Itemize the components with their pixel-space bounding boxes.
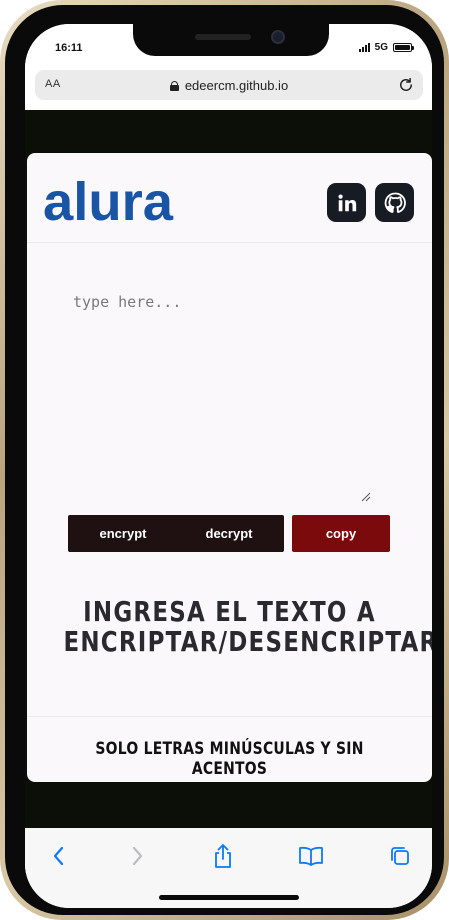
headline: INGRESA EL TEXTO A ENCRIPTAR/DESENCRIPTA…: [63, 595, 432, 658]
github-icon: [384, 192, 406, 213]
bookmarks-icon: [299, 846, 323, 866]
share-button[interactable]: [210, 843, 236, 869]
message-input[interactable]: [73, 293, 373, 503]
address-area: AA edeercm.github.io: [25, 70, 432, 110]
phone-bezel: 16:11 5G AA edeercm.github.io alura type…: [5, 5, 444, 915]
headline-line-2: ENCRIPTAR/DESENCRIPTAR: [63, 625, 432, 658]
divider: [27, 716, 432, 717]
browser-toolbar: [25, 828, 432, 908]
encrypt-button[interactable]: encrypt: [68, 515, 178, 552]
linkedin-button[interactable]: [327, 183, 366, 222]
status-time: 16:11: [55, 42, 83, 54]
social-links: [327, 183, 414, 222]
lock-icon: [169, 81, 179, 91]
url-display[interactable]: edeercm.github.io: [35, 78, 423, 93]
phone-frame: 16:11 5G AA edeercm.github.io alura type…: [0, 0, 449, 920]
resize-grip-icon[interactable]: [361, 492, 371, 502]
headline-line-1: INGRESA EL TEXTO A: [83, 595, 376, 628]
alura-logo[interactable]: alura: [43, 173, 179, 223]
footer-note: SOLO LETRAS MINÚSCULAS Y SIN ACENTOS: [95, 739, 364, 779]
decrypt-button[interactable]: decrypt: [174, 515, 284, 552]
page-background: alura type here... encrypt decrypt copy …: [25, 110, 432, 828]
tabs-button[interactable]: [387, 843, 413, 869]
tabs-icon: [391, 847, 409, 865]
forward-button[interactable]: [125, 843, 151, 869]
linkedin-icon: [337, 193, 356, 211]
screen: 16:11 5G AA edeercm.github.io alura type…: [25, 24, 432, 908]
speaker-grille: [195, 34, 251, 40]
home-indicator: [159, 895, 299, 900]
copy-button[interactable]: copy: [292, 515, 390, 552]
back-button[interactable]: [45, 843, 71, 869]
back-icon: [53, 846, 64, 866]
network-label: 5G: [374, 42, 388, 53]
status-bar: 16:11 5G: [25, 24, 432, 70]
front-camera: [271, 30, 285, 44]
battery-icon: [393, 43, 414, 52]
logo-text: alura: [43, 173, 174, 223]
share-icon: [215, 844, 231, 868]
forward-icon: [132, 846, 143, 866]
github-button[interactable]: [375, 183, 414, 222]
notch: [133, 24, 329, 56]
bookmarks-button[interactable]: [298, 843, 324, 869]
signal-icon: [358, 43, 370, 52]
reload-icon[interactable]: [397, 76, 415, 94]
address-bar[interactable]: AA edeercm.github.io: [35, 70, 423, 100]
status-indicators: 5G: [358, 42, 414, 53]
card-header: alura: [27, 153, 432, 243]
url-text: edeercm.github.io: [184, 78, 289, 93]
main-card: alura type here... encrypt decrypt copy …: [27, 153, 432, 782]
